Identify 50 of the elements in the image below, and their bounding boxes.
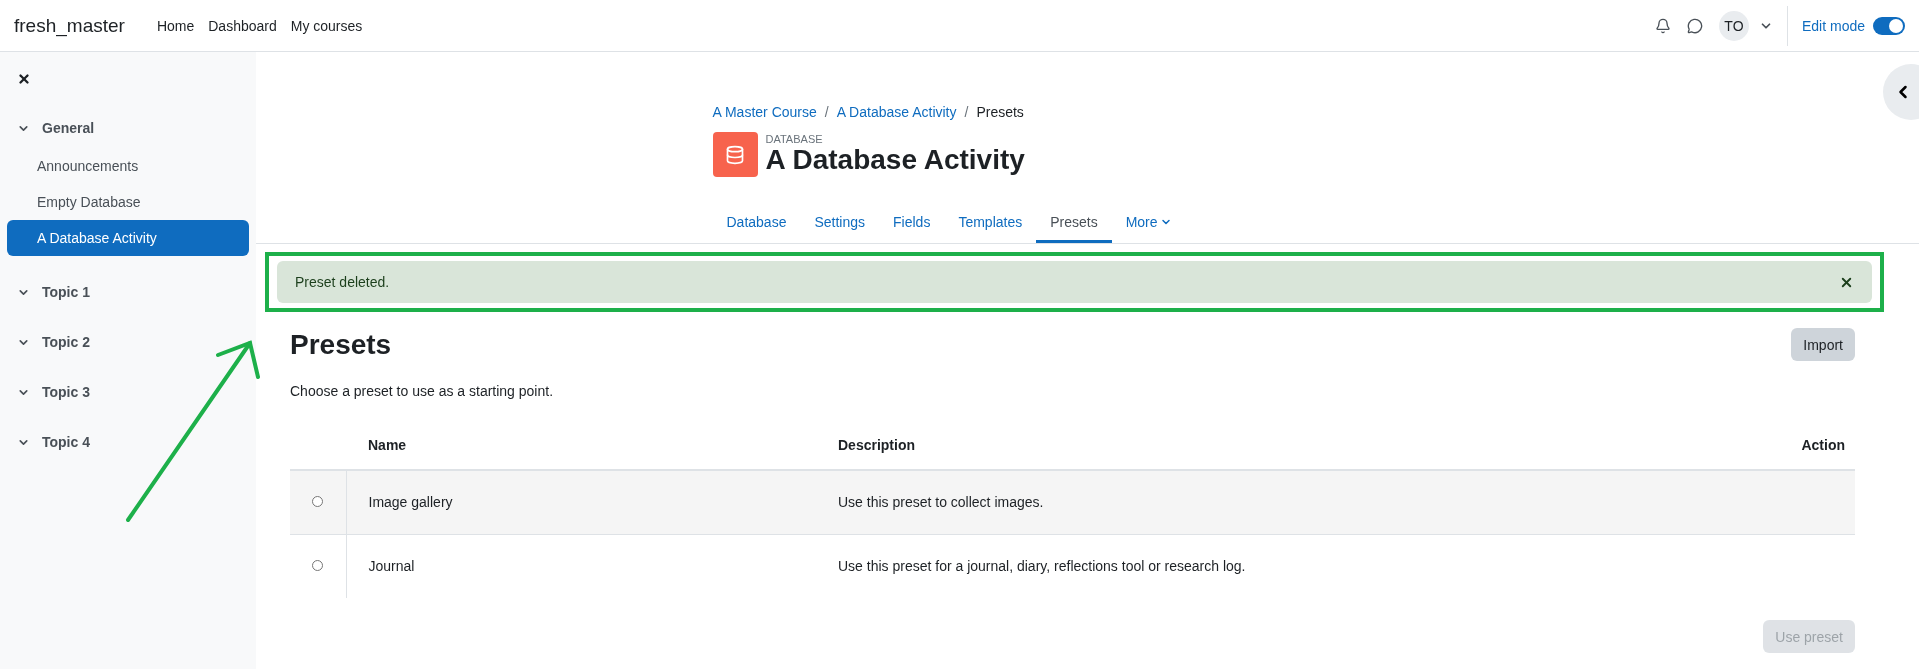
alert-message: Preset deleted. bbox=[295, 274, 390, 290]
edit-mode-switch[interactable] bbox=[1873, 16, 1905, 35]
radio-button[interactable] bbox=[312, 560, 324, 572]
breadcrumb-link[interactable]: A Master Course bbox=[712, 104, 817, 120]
breadcrumb-link[interactable]: A Database Activity bbox=[836, 104, 957, 120]
table-cell: Use this preset for a journal, diary, reflections tool or research log. bbox=[838, 558, 1246, 575]
sidebar-item[interactable]: A Database Activity bbox=[7, 220, 249, 256]
nav-link[interactable]: Home bbox=[156, 17, 195, 34]
section-title[interactable]: Topic 2 bbox=[7, 324, 249, 360]
user-avatar[interactable]: TO bbox=[1718, 10, 1749, 41]
edit-mode-label: Edit mode bbox=[1801, 17, 1865, 34]
breadcrumb-separator: / bbox=[824, 104, 829, 120]
radio-button[interactable] bbox=[312, 496, 324, 508]
module-type: DATABASE bbox=[765, 133, 824, 146]
database-icon bbox=[712, 132, 758, 177]
notification-bell-icon[interactable] bbox=[1654, 17, 1671, 34]
section-label: Topic 1 bbox=[42, 284, 90, 300]
close-icon[interactable] bbox=[17, 72, 31, 86]
breadcrumb-current: Presets bbox=[976, 104, 1024, 120]
sidebar-item[interactable]: Empty Database bbox=[7, 184, 249, 220]
tab[interactable]: Settings bbox=[800, 203, 880, 243]
table-cell: Journal bbox=[368, 558, 415, 575]
tab[interactable]: Templates bbox=[944, 203, 1037, 243]
column-header: Name bbox=[368, 437, 407, 453]
tab[interactable]: More bbox=[1111, 203, 1186, 243]
section-label: Topic 4 bbox=[42, 434, 90, 450]
section-heading: Presets bbox=[290, 328, 392, 361]
message-bubble-icon[interactable] bbox=[1686, 17, 1703, 34]
table-cell: Use this preset to collect images. bbox=[838, 494, 1044, 511]
page-title: A Database Activity bbox=[765, 145, 1025, 176]
sidebar-item[interactable]: Announcements bbox=[7, 148, 249, 184]
import-button[interactable]: Import bbox=[1791, 328, 1855, 361]
section-title[interactable]: Topic 3 bbox=[7, 374, 249, 410]
nav-link[interactable]: My courses bbox=[290, 17, 363, 34]
column-header: Description bbox=[838, 437, 915, 453]
tab[interactable]: Database bbox=[712, 203, 801, 243]
section-title[interactable]: General bbox=[7, 110, 249, 146]
section-label: Topic 3 bbox=[42, 384, 90, 400]
table-cell: Image gallery bbox=[368, 494, 453, 511]
section-label: Topic 2 bbox=[42, 334, 90, 350]
section-title[interactable]: Topic 1 bbox=[7, 274, 249, 310]
nav-link[interactable]: Dashboard bbox=[208, 17, 277, 34]
column-header: Action bbox=[1801, 437, 1845, 453]
intro-text: Choose a preset to use as a starting point. bbox=[290, 383, 555, 399]
site-name[interactable]: fresh_master bbox=[14, 14, 125, 37]
section-label: General bbox=[42, 120, 95, 136]
section-title[interactable]: Topic 4 bbox=[7, 424, 249, 460]
breadcrumb-separator: / bbox=[964, 104, 969, 120]
tab[interactable]: Presets bbox=[1036, 203, 1112, 243]
tab[interactable]: Fields bbox=[879, 203, 945, 243]
